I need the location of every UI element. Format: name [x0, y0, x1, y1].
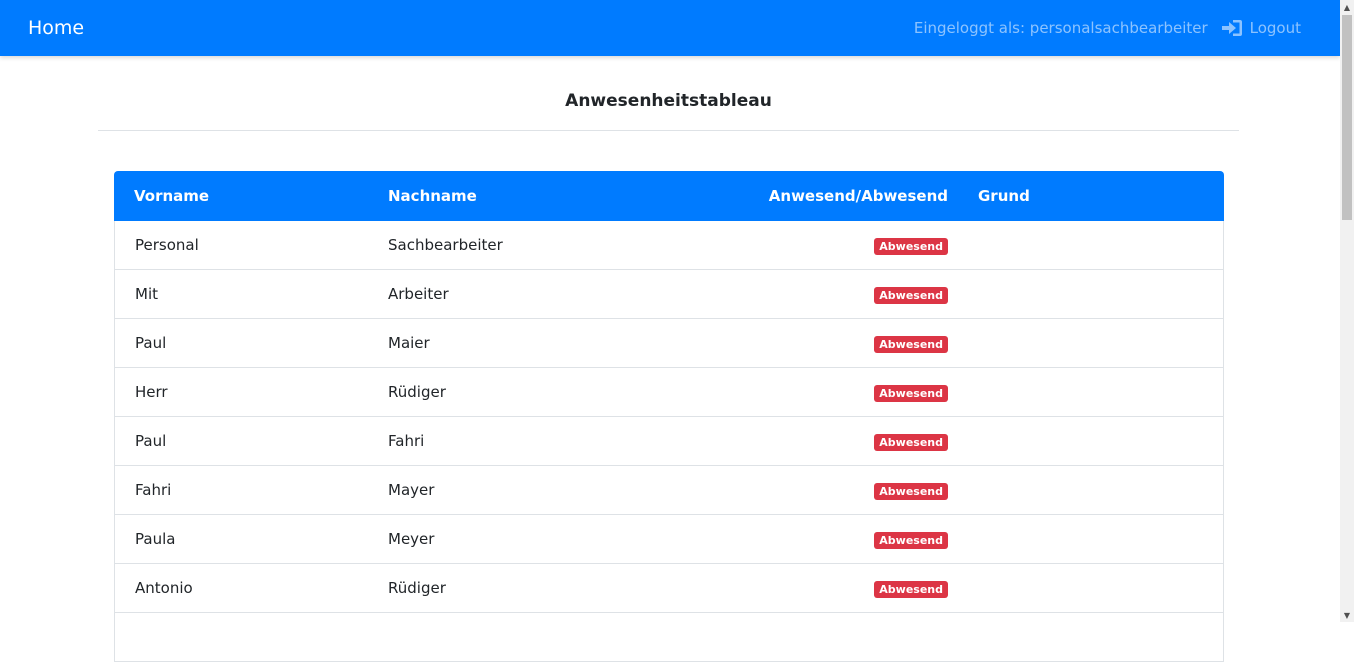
cell-nachname: Rüdiger [388, 564, 664, 613]
table-row: Herr Rüdiger Abwesend [114, 368, 1224, 417]
table-row [114, 613, 1224, 662]
attendance-table: Vorname Nachname Anwesend/Abwesend Grund… [114, 171, 1224, 662]
navbar: Home Eingeloggt als: personalsachbearbei… [0, 0, 1340, 56]
page-title: Anwesenheitstableau [565, 91, 772, 111]
scroll-down-arrow-icon[interactable]: ▼ [1340, 608, 1354, 622]
cell-nachname: Sachbearbeiter [388, 221, 664, 270]
cell-grund [978, 417, 1224, 466]
cell-status: Abwesend [664, 417, 978, 466]
status-badge: Abwesend [874, 433, 948, 451]
page-scrollbar[interactable]: ▲ ▼ [1340, 0, 1354, 622]
header-vorname: Vorname [114, 171, 388, 221]
table-row: Paul Maier Abwesend [114, 319, 1224, 368]
cell-vorname [114, 613, 388, 662]
status-badge: Abwesend [874, 482, 948, 500]
table-body: Personal Sachbearbeiter Abwesend Mit Arb… [114, 221, 1224, 662]
cell-grund [978, 613, 1224, 662]
status-badge: Abwesend [874, 335, 948, 353]
cell-grund [978, 515, 1224, 564]
header-status: Anwesend/Abwesend [664, 171, 978, 221]
cell-status: Abwesend [664, 368, 978, 417]
cell-nachname: Meyer [388, 515, 664, 564]
table-header: Vorname Nachname Anwesend/Abwesend Grund [114, 171, 1224, 221]
cell-vorname: Mit [114, 270, 388, 319]
cell-grund [978, 564, 1224, 613]
home-link[interactable]: Home [28, 16, 84, 40]
table-row: Paul Fahri Abwesend [114, 417, 1224, 466]
cell-nachname [388, 613, 664, 662]
cell-grund [978, 270, 1224, 319]
status-badge: Abwesend [874, 384, 948, 402]
logout-label: Logout [1249, 19, 1301, 37]
cell-vorname: Personal [114, 221, 388, 270]
status-badge: Abwesend [874, 237, 948, 255]
cell-status: Abwesend [664, 466, 978, 515]
cell-vorname: Paul [114, 319, 388, 368]
cell-status: Abwesend [664, 221, 978, 270]
cell-status: Abwesend [664, 515, 978, 564]
status-badge: Abwesend [874, 580, 948, 598]
logged-in-text: Eingeloggt als: personalsachbearbeiter [913, 19, 1208, 37]
cell-grund [978, 319, 1224, 368]
cell-status: Abwesend [664, 270, 978, 319]
table-row: Personal Sachbearbeiter Abwesend [114, 221, 1224, 270]
table-row: Mit Arbeiter Abwesend [114, 270, 1224, 319]
cell-vorname: Paul [114, 417, 388, 466]
status-badge: Abwesend [874, 286, 948, 304]
cell-status [664, 613, 978, 662]
cell-nachname: Fahri [388, 417, 664, 466]
cell-status: Abwesend [664, 564, 978, 613]
title-divider [98, 130, 1239, 131]
cell-grund [978, 466, 1224, 515]
cell-nachname: Arbeiter [388, 270, 664, 319]
cell-vorname: Fahri [114, 466, 388, 515]
table-row: Antonio Rüdiger Abwesend [114, 564, 1224, 613]
cell-grund [978, 221, 1224, 270]
attendance-table-container: Vorname Nachname Anwesend/Abwesend Grund… [114, 171, 1224, 662]
cell-status: Abwesend [664, 319, 978, 368]
cell-grund [978, 368, 1224, 417]
scroll-up-arrow-icon[interactable]: ▲ [1340, 0, 1354, 14]
scrollbar-thumb[interactable] [1342, 15, 1352, 220]
cell-nachname: Rüdiger [388, 368, 664, 417]
table-row: Paula Meyer Abwesend [114, 515, 1224, 564]
table-header-row: Vorname Nachname Anwesend/Abwesend Grund [114, 171, 1224, 221]
table-row: Fahri Mayer Abwesend [114, 466, 1224, 515]
navbar-user-area: Eingeloggt als: personalsachbearbeiter L… [914, 17, 1301, 39]
cell-nachname: Mayer [388, 466, 664, 515]
cell-nachname: Maier [388, 319, 664, 368]
header-nachname: Nachname [388, 171, 664, 221]
status-badge: Abwesend [874, 531, 948, 549]
cell-vorname: Paula [114, 515, 388, 564]
cell-vorname: Antonio [114, 564, 388, 613]
cell-vorname: Herr [114, 368, 388, 417]
logout-link[interactable]: Logout [1221, 19, 1301, 37]
header-grund: Grund [978, 171, 1224, 221]
sign-in-icon [1221, 20, 1242, 36]
